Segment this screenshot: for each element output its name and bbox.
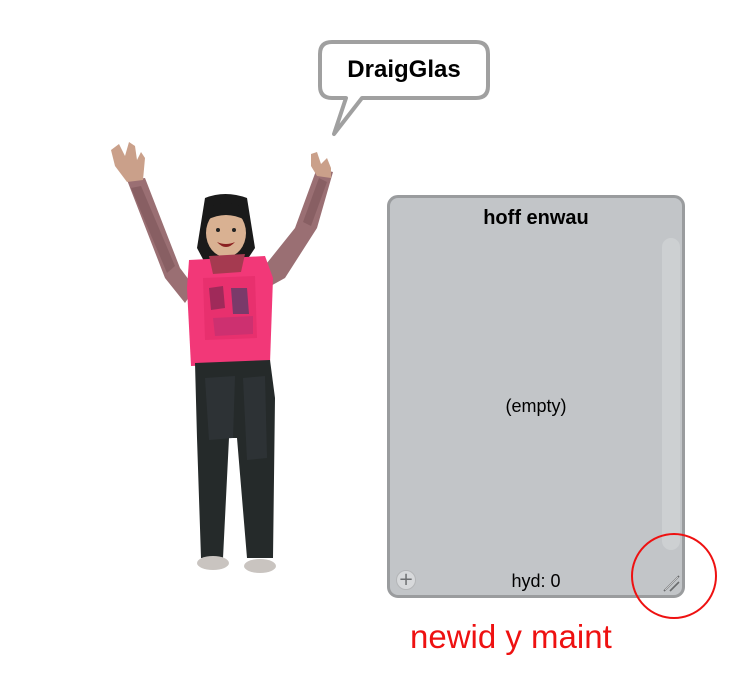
sprite-girl[interactable] — [105, 138, 335, 583]
speech-bubble-shape — [318, 40, 490, 136]
stage: DraigGlas hoff enwau (empty) + hyd: 0 ne… — [0, 0, 732, 682]
list-monitor[interactable]: hoff enwau (empty) + hyd: 0 — [387, 195, 685, 598]
annotation-label: newid y maint — [410, 618, 612, 655]
speech-bubble-text: DraigGlas — [347, 56, 461, 83]
list-empty-text: (empty) — [505, 396, 567, 416]
speech-bubble: DraigGlas — [318, 40, 490, 136]
list-title: hoff enwau — [483, 207, 589, 229]
list-scrollbar[interactable] — [662, 238, 680, 550]
sprite-girl-image — [111, 142, 333, 573]
annotation-circle — [631, 533, 717, 619]
